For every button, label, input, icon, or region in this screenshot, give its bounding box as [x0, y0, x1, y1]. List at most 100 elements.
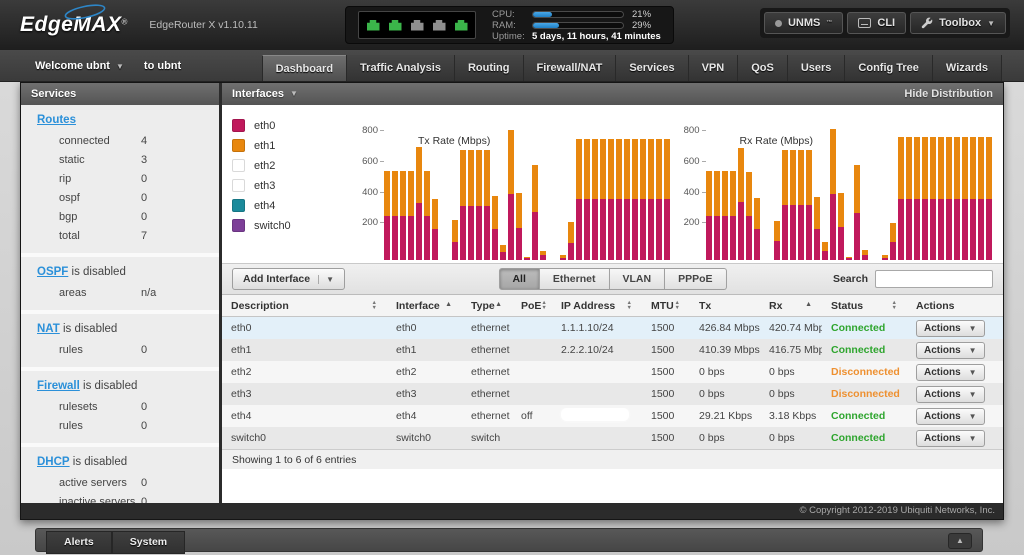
chevron-down-icon: ▼	[969, 434, 977, 443]
bar-segment-eth0	[524, 258, 530, 260]
bar-segment-eth1	[854, 165, 860, 213]
bar-segment-eth0	[830, 194, 836, 260]
stacked-bar	[938, 137, 944, 260]
column-header-mtu[interactable]: MTU▲▼	[642, 295, 690, 316]
interfaces-dropdown[interactable]: Interfaces ▼	[232, 83, 298, 105]
sidebar-stat-row: rules0	[21, 340, 219, 359]
sidebar-link-nat[interactable]: NAT	[37, 323, 60, 335]
sidebar-stat-row: rules0	[21, 416, 219, 435]
add-interface-button[interactable]: Add Interface ▼	[232, 268, 345, 290]
column-header-status[interactable]: Status▲▼	[822, 295, 907, 316]
actions-label: Actions	[924, 323, 961, 334]
column-header-ip-address[interactable]: IP Address▲▼	[552, 295, 642, 316]
registered-mark: ®	[122, 18, 128, 27]
sidebar-section-suffix: is disabled	[68, 266, 126, 278]
tab-vpn[interactable]: VPN	[688, 55, 738, 81]
bar-segment-eth1	[954, 137, 960, 198]
legend-label: eth2	[254, 160, 275, 172]
hide-distribution-link[interactable]: Hide Distribution	[904, 83, 993, 105]
toolbox-button[interactable]: Toolbox ▼	[910, 12, 1006, 34]
actions-button-eth1[interactable]: Actions▼	[916, 342, 985, 359]
filter-pppoe[interactable]: PPPoE	[665, 268, 726, 290]
filter-ethernet[interactable]: Ethernet	[540, 268, 610, 290]
legend-swatch	[232, 179, 245, 192]
bar-segment-eth0	[954, 199, 960, 260]
sidebar-link-firewall[interactable]: Firewall	[37, 380, 80, 392]
cli-button[interactable]: CLI	[847, 12, 906, 34]
stacked-bar	[568, 222, 574, 260]
content-frame: Services Routesconnected4static3rip0ospf…	[20, 82, 1004, 520]
tab-config-tree[interactable]: Config Tree	[844, 55, 932, 81]
stacked-bar	[922, 137, 928, 260]
bar-segment-eth1	[500, 245, 506, 253]
tab-dashboard[interactable]: Dashboard	[262, 55, 346, 81]
stacked-bar	[714, 171, 720, 260]
tab-services[interactable]: Services	[615, 55, 687, 81]
welcome-dropdown[interactable]: Welcome ubnt	[35, 60, 110, 72]
column-label: Description	[231, 300, 289, 312]
y-tick-mark	[380, 192, 384, 193]
legend-item-eth1: eth1	[232, 139, 354, 152]
bar-segment-eth0	[962, 199, 968, 260]
bar-segment-eth0	[714, 216, 720, 260]
column-label: Status	[831, 300, 863, 312]
column-header-rx[interactable]: Rx▲	[760, 295, 822, 316]
filter-all[interactable]: All	[498, 268, 539, 290]
bar-segment-eth0	[930, 199, 936, 260]
bar-segment-eth1	[746, 172, 752, 216]
stacked-bar	[846, 257, 852, 260]
chevron-down-icon[interactable]: ▼	[116, 62, 124, 71]
actions-button-switch0[interactable]: Actions ▼	[916, 430, 985, 447]
filter-vlan[interactable]: VLAN	[609, 268, 665, 290]
sidebar-link-routes[interactable]: Routes	[37, 114, 76, 126]
sidebar-link-dhcp[interactable]: DHCP	[37, 456, 70, 468]
cell-status: Disconnected	[822, 366, 907, 378]
stat-label: rules	[59, 420, 141, 432]
collapse-dock-button[interactable]: ▲	[948, 533, 972, 549]
stacked-bar	[930, 137, 936, 260]
column-header-interface[interactable]: Interface▲	[387, 295, 462, 316]
tab-wizards[interactable]: Wizards	[932, 55, 1002, 81]
bar-segment-eth1	[648, 139, 654, 199]
stacked-bar	[882, 255, 888, 260]
tab-routing[interactable]: Routing	[454, 55, 523, 81]
bar-segment-eth1	[452, 220, 458, 241]
cell-mtu: 1500	[642, 344, 690, 356]
bar-segment-eth1	[814, 197, 820, 228]
tab-qos[interactable]: QoS	[737, 55, 787, 81]
actions-button-eth0[interactable]: Actions▼	[916, 320, 985, 337]
legend-swatch	[232, 199, 245, 212]
bar-segment-eth0	[392, 216, 398, 260]
column-label: Rx	[769, 300, 782, 312]
actions-label: Actions	[924, 433, 961, 444]
tab-users[interactable]: Users	[787, 55, 845, 81]
legend-label: eth3	[254, 180, 275, 192]
cell-interface: eth1	[387, 344, 462, 356]
cell-interface: eth0	[387, 322, 462, 334]
column-header-type[interactable]: Type▲	[462, 295, 512, 316]
y-tick-mark	[702, 192, 706, 193]
actions-button-eth4[interactable]: Actions▼	[916, 408, 985, 425]
actions-button-eth2[interactable]: Actions▼	[916, 364, 985, 381]
y-tick-label: 600	[684, 156, 700, 167]
search-input[interactable]	[875, 270, 993, 288]
cpu-percent: 21%	[632, 9, 651, 20]
tab-traffic-analysis[interactable]: Traffic Analysis	[346, 55, 454, 81]
cell-mtu: 1500	[642, 410, 690, 422]
dock-tab-alerts[interactable]: Alerts	[46, 531, 112, 554]
bar-segment-eth0	[492, 229, 498, 260]
tab-firewall-nat[interactable]: Firewall/NAT	[523, 55, 616, 81]
sort-down-icon: ▼	[541, 306, 546, 311]
dock-tab-system[interactable]: System	[112, 531, 185, 554]
edgemax-logo: EdgeMAX®	[20, 13, 127, 37]
main-tabs: DashboardTraffic AnalysisRoutingFirewall…	[262, 55, 1002, 81]
actions-button-eth3[interactable]: Actions▼	[916, 386, 985, 403]
unms-button[interactable]: UNMS™	[764, 12, 843, 34]
sidebar-link-ospf[interactable]: OSPF	[37, 266, 68, 278]
bar-segment-eth1	[906, 137, 912, 198]
chart-title: Rx Rate (Mbps)	[740, 135, 814, 147]
column-header-poe[interactable]: PoE▲▼	[512, 295, 552, 316]
chevron-down-icon: ▼	[987, 19, 995, 28]
stacked-bar	[492, 196, 498, 260]
column-header-description[interactable]: Description▲▼	[222, 295, 387, 316]
